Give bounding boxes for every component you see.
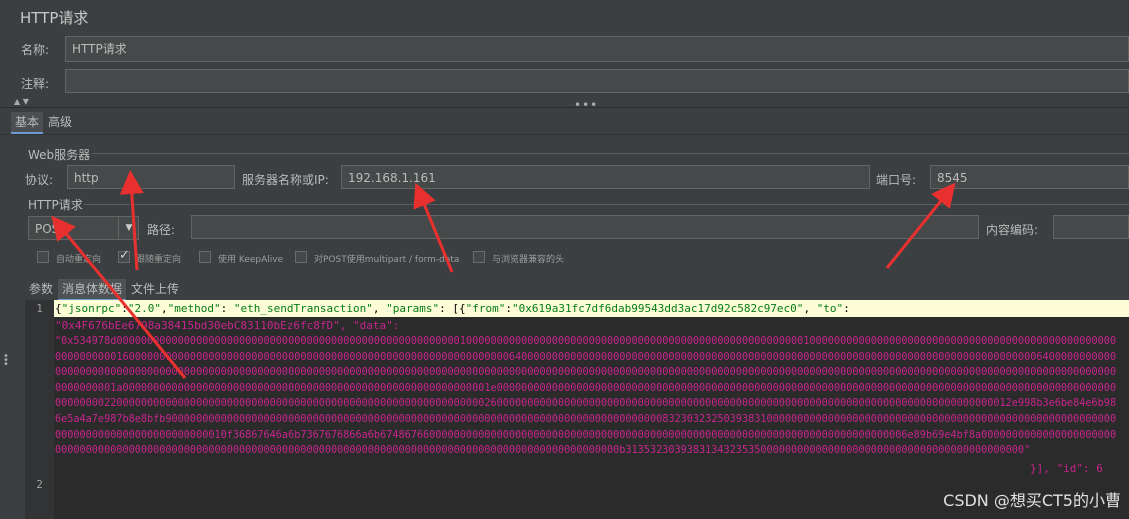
arrow-method [51,215,187,379]
annotation-arrows [51,170,956,379]
arrow-port [885,182,956,269]
arrow-server [413,182,454,273]
arrow-protocol [119,170,144,271]
